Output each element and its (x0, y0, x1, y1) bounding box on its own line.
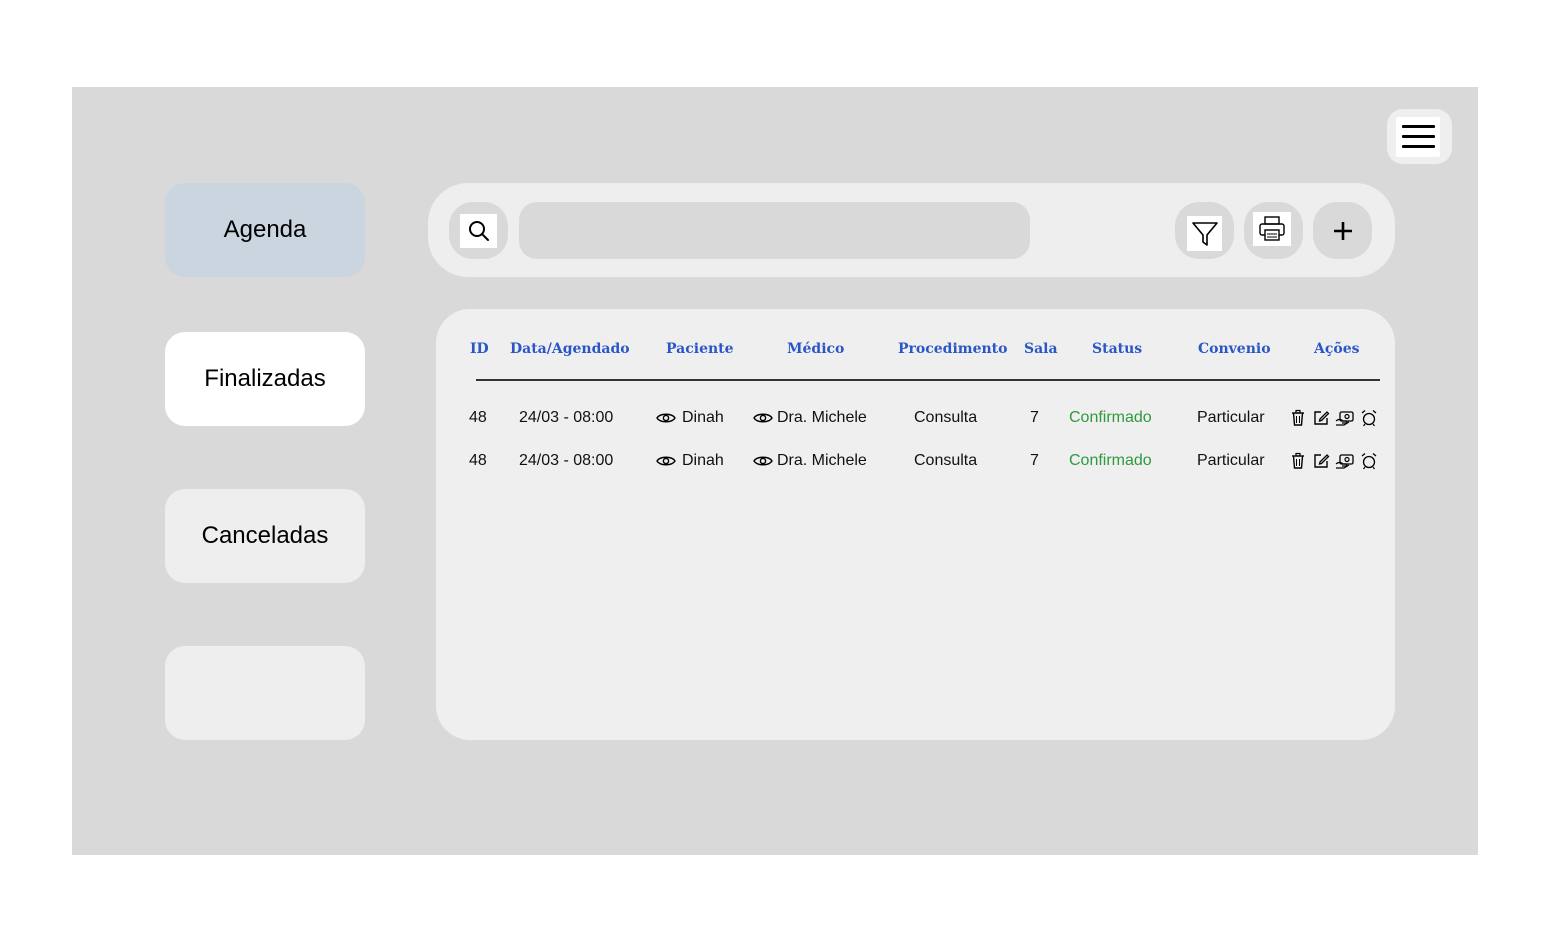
cell-date: 24/03 - 08:00 (519, 452, 614, 469)
printer-icon (1253, 212, 1291, 246)
eye-icon[interactable] (753, 454, 773, 468)
sidebar-item-label: Canceladas (201, 522, 329, 549)
filter-button[interactable] (1175, 202, 1234, 259)
table-row[interactable]: 48 24/03 - 08:00 Dinah Dra. Michele Cons… (436, 448, 1395, 474)
sidebar-item-label: Finalizadas (204, 365, 326, 392)
appointments-table: ID Data/Agendado Paciente Médico Procedi… (436, 309, 1395, 740)
eye-icon[interactable] (656, 454, 676, 468)
column-header-room[interactable]: Sala (1024, 341, 1058, 357)
search-icon (460, 214, 497, 248)
trash-icon[interactable] (1289, 409, 1307, 427)
edit-icon[interactable] (1312, 409, 1330, 427)
alarm-icon[interactable] (1360, 409, 1378, 427)
cell-procedure: Consulta (914, 409, 978, 426)
sidebar-item-label: Agenda (223, 216, 307, 243)
cell-room: 7 (1030, 409, 1039, 426)
row-actions (1289, 405, 1378, 431)
sidebar-item-canceladas[interactable]: Canceladas (165, 489, 365, 583)
sidebar-item-agenda[interactable]: Agenda (165, 183, 365, 277)
trash-icon[interactable] (1289, 452, 1307, 470)
column-header-insurance[interactable]: Convenio (1198, 341, 1271, 357)
column-header-status[interactable]: Status (1092, 341, 1142, 357)
column-header-date[interactable]: Data/Agendado (510, 341, 630, 357)
search-button[interactable] (449, 202, 508, 259)
column-header-procedure[interactable]: Procedimento (898, 341, 1007, 357)
hamburger-icon (1396, 117, 1440, 157)
row-actions (1289, 448, 1378, 474)
alarm-icon[interactable] (1360, 452, 1378, 470)
header-divider (476, 379, 1380, 381)
cell-status: Confirmado (1069, 409, 1152, 426)
search-input[interactable] (519, 202, 1030, 259)
payment-icon[interactable] (1335, 452, 1355, 470)
cell-date: 24/03 - 08:00 (519, 409, 614, 426)
column-header-doctor[interactable]: Médico (787, 341, 844, 357)
cell-procedure: Consulta (914, 452, 978, 469)
sidebar-item-finalizadas[interactable]: Finalizadas (165, 332, 365, 426)
edit-icon[interactable] (1312, 452, 1330, 470)
patient-name: Dinah (682, 452, 724, 469)
cell-patient[interactable]: Dinah (656, 405, 724, 431)
eye-icon[interactable] (753, 411, 773, 425)
cell-id: 48 (469, 409, 487, 426)
plus-icon (1333, 221, 1352, 240)
cell-insurance: Particular (1197, 452, 1265, 469)
column-header-patient[interactable]: Paciente (666, 341, 734, 357)
doctor-name: Dra. Michele (777, 452, 867, 469)
doctor-name: Dra. Michele (777, 409, 867, 426)
toolbar (428, 183, 1395, 277)
menu-button[interactable] (1387, 109, 1452, 164)
print-button[interactable] (1244, 202, 1303, 259)
cell-insurance: Particular (1197, 409, 1265, 426)
eye-icon[interactable] (656, 411, 676, 425)
cell-room: 7 (1030, 452, 1039, 469)
cell-doctor[interactable]: Dra. Michele (753, 405, 867, 431)
patient-name: Dinah (682, 409, 724, 426)
filter-icon (1187, 216, 1222, 251)
payment-icon[interactable] (1335, 409, 1355, 427)
table-row[interactable]: 48 24/03 - 08:00 Dinah Dra. Michele Cons… (436, 405, 1395, 431)
cell-id: 48 (469, 452, 487, 469)
sidebar-item-empty[interactable] (165, 646, 365, 740)
cell-patient[interactable]: Dinah (656, 448, 724, 474)
column-header-actions: Ações (1314, 341, 1360, 357)
cell-status: Confirmado (1069, 452, 1152, 469)
cell-doctor[interactable]: Dra. Michele (753, 448, 867, 474)
add-button[interactable] (1313, 202, 1372, 259)
column-header-id[interactable]: ID (470, 341, 489, 357)
